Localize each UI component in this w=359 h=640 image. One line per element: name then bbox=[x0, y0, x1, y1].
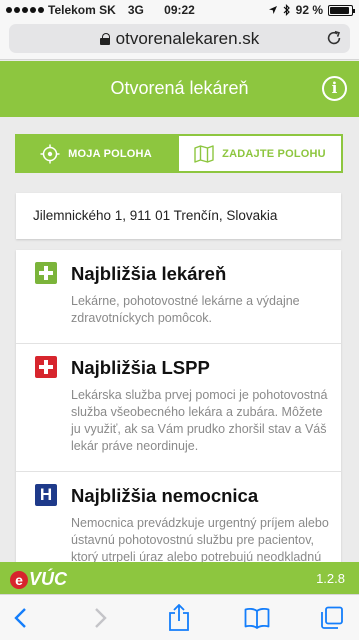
card-nearest-lspp[interactable]: Najbližšia LSPP Lekárska služba prvej po… bbox=[16, 344, 341, 472]
info-icon[interactable]: i bbox=[322, 76, 347, 101]
tab-my-location[interactable]: MOJA POLOHA bbox=[15, 134, 177, 173]
url-text: otvorenalekaren.sk bbox=[115, 28, 260, 48]
tab-enter-location[interactable]: ZADAJTE POLOHU bbox=[177, 134, 343, 173]
app-version: 1.2.8 bbox=[316, 571, 345, 586]
facility-list: Najbližšia lekáreň Lekárne, pohotovostné… bbox=[16, 250, 341, 562]
card-title: Najbližšia lekáreň bbox=[71, 263, 227, 284]
current-address: Jilemnického 1, 911 01 Trenčín, Slovakia bbox=[16, 193, 341, 239]
bookmarks-button[interactable] bbox=[243, 604, 271, 632]
battery-percent: 92 % bbox=[295, 3, 323, 17]
evuc-logo: e VÚC bbox=[10, 569, 67, 590]
book-icon bbox=[244, 607, 270, 629]
map-icon bbox=[194, 144, 214, 163]
card-description: Lekárne, pohotovostné lekárne a výdajne … bbox=[71, 294, 300, 325]
app-footer: e VÚC 1.2.8 bbox=[0, 562, 359, 594]
share-icon bbox=[169, 604, 189, 631]
green-cross-icon bbox=[35, 262, 57, 284]
card-title: Najbližšia LSPP bbox=[71, 357, 210, 378]
card-nearest-hospital[interactable]: H Najbližšia nemocnica Nemocnica prevádz… bbox=[16, 472, 341, 562]
forward-button[interactable] bbox=[86, 604, 114, 632]
hospital-h-icon: H bbox=[35, 484, 57, 506]
card-description: Lekárska služba prvej pomoci je pohotovo… bbox=[71, 388, 328, 453]
browser-toolbar bbox=[0, 594, 359, 640]
crosshair-icon bbox=[40, 144, 60, 163]
tab-enter-location-label: ZADAJTE POLOHU bbox=[222, 147, 326, 160]
address-text: Jilemnického 1, 911 01 Trenčín, Slovakia bbox=[33, 208, 278, 223]
tabs-button[interactable] bbox=[318, 604, 346, 632]
page-title: Otvorená lekáreň bbox=[110, 78, 249, 98]
tabs-icon bbox=[321, 606, 343, 629]
card-nearest-pharmacy[interactable]: Najbližšia lekáreň Lekárne, pohotovostné… bbox=[16, 250, 341, 344]
location-tabs: MOJA POLOHA ZADAJTE POLOHU bbox=[15, 134, 343, 173]
reload-icon[interactable] bbox=[325, 29, 343, 47]
lock-icon bbox=[99, 32, 110, 45]
url-field[interactable]: otvorenalekaren.sk bbox=[9, 24, 350, 53]
card-description: Nemocnica prevádzkuje urgentný príjem al… bbox=[71, 516, 329, 562]
bluetooth-icon bbox=[283, 4, 290, 16]
card-title: Najbližšia nemocnica bbox=[71, 485, 259, 506]
browser-address-bar: otvorenalekaren.sk bbox=[0, 20, 359, 60]
app-header: Otvorená lekáreň i bbox=[0, 61, 359, 117]
status-bar: Telekom SK 3G 09:22 92 % bbox=[0, 0, 359, 20]
battery-icon bbox=[328, 4, 355, 16]
tab-my-location-label: MOJA POLOHA bbox=[68, 147, 152, 160]
location-arrow-icon bbox=[268, 6, 277, 14]
share-button[interactable] bbox=[165, 604, 193, 632]
chevron-left-icon bbox=[14, 608, 26, 628]
chevron-right-icon bbox=[95, 608, 107, 628]
back-button[interactable] bbox=[7, 604, 35, 632]
red-cross-icon bbox=[35, 356, 57, 378]
